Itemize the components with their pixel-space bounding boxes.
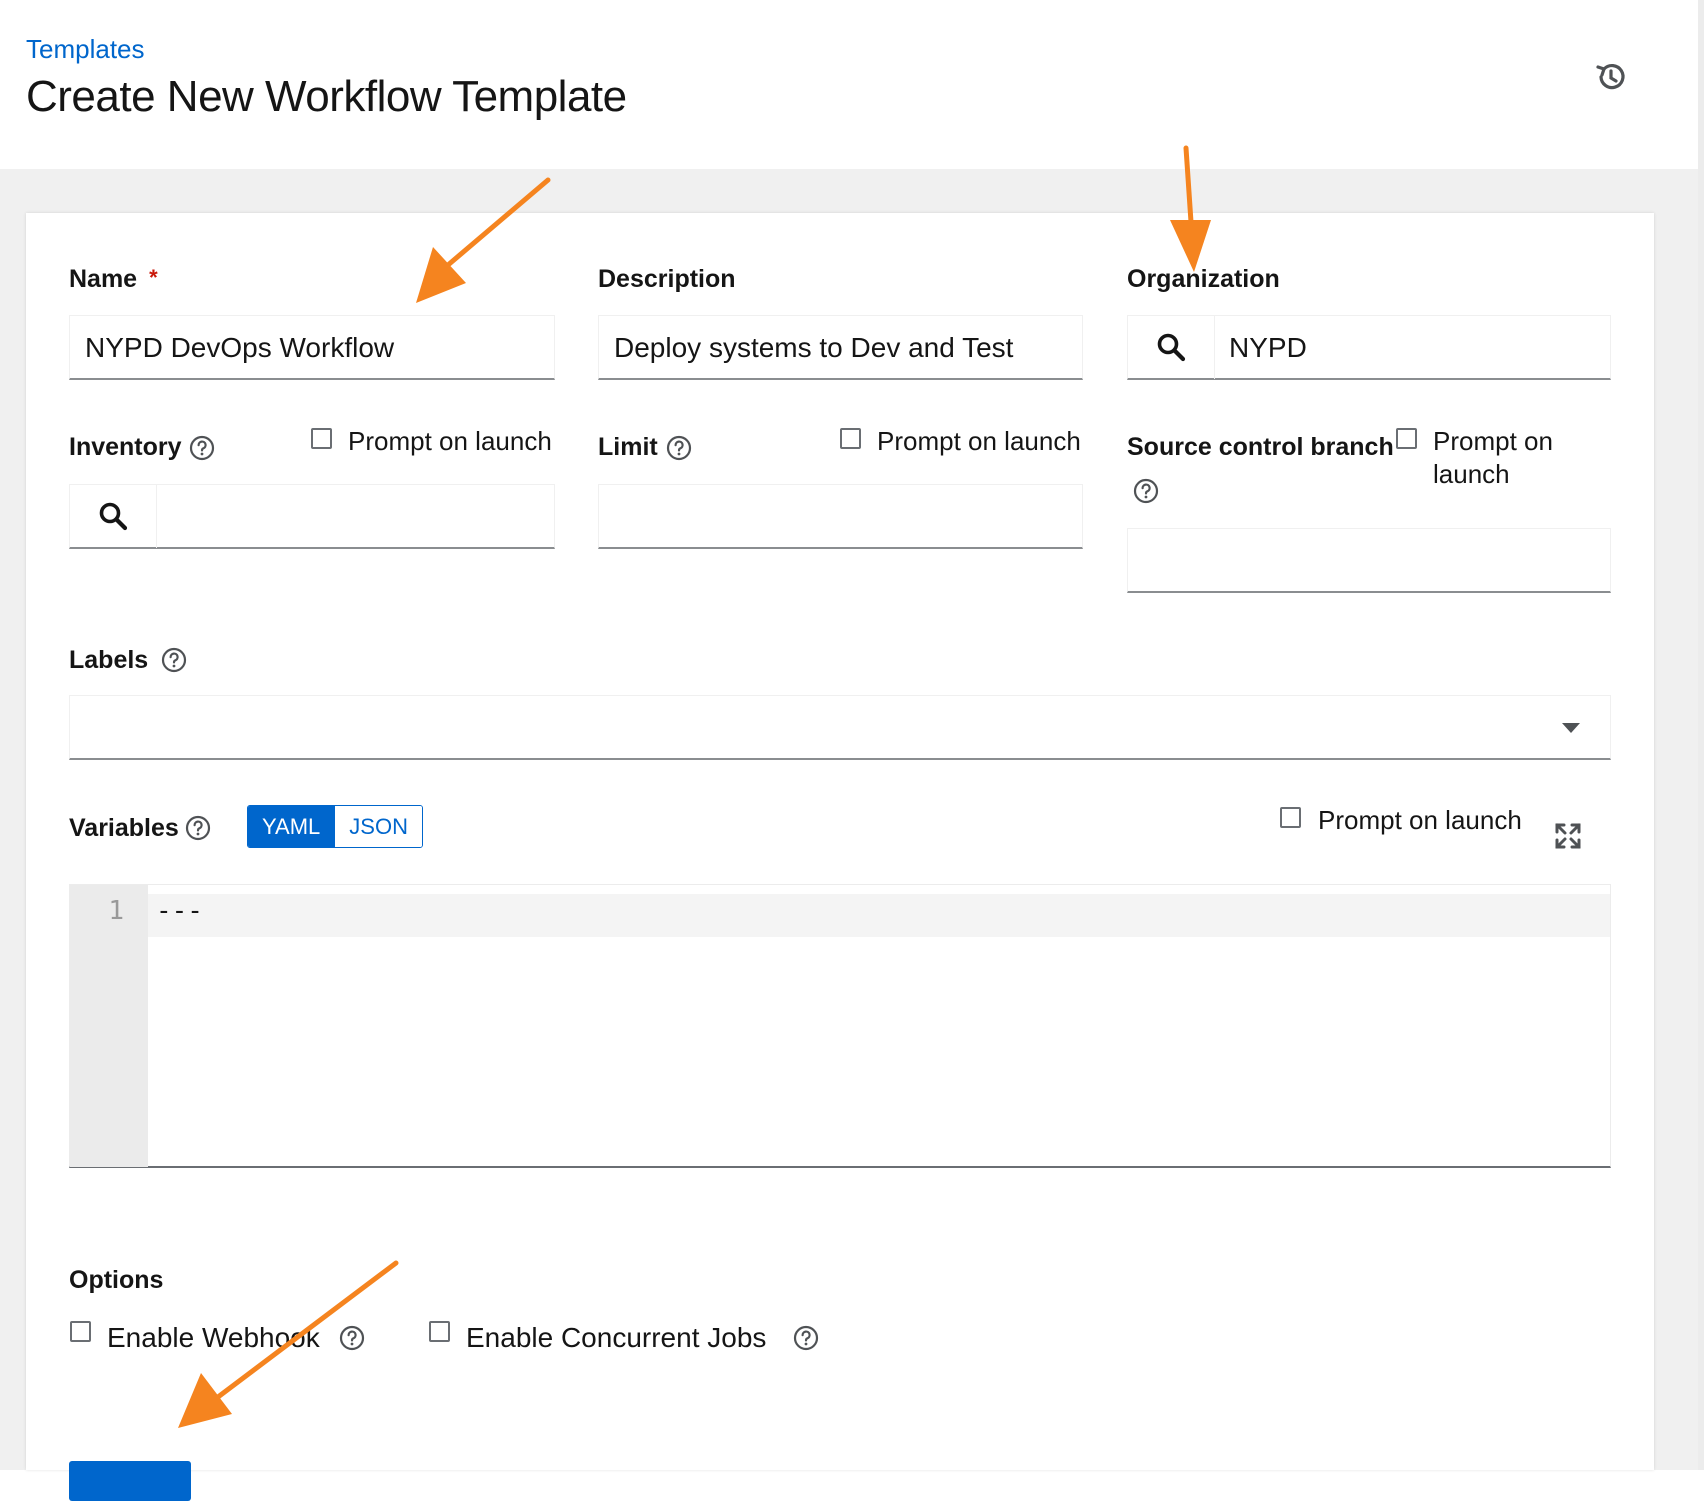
description-input-value: Deploy systems to Dev and Test: [614, 332, 1014, 363]
variables-prompt-checkbox[interactable]: [1280, 807, 1301, 828]
name-label-text: Name: [69, 265, 138, 293]
inventory-help-icon[interactable]: [189, 435, 215, 461]
inventory-label: Inventory: [69, 433, 182, 461]
inventory-prompt-label: Prompt on launch: [348, 426, 552, 456]
yaml-toggle-button[interactable]: YAML: [248, 806, 335, 847]
enable-concurrent-jobs-label: Enable Concurrent Jobs: [466, 1322, 767, 1353]
line-text[interactable]: ---: [156, 896, 203, 926]
page-title: Create New Workflow Template: [26, 72, 627, 121]
scm-branch-input[interactable]: [1127, 528, 1611, 593]
organization-label: Organization: [1127, 265, 1280, 293]
limit-prompt-label: Prompt on launch: [877, 426, 1081, 456]
labels-help-icon[interactable]: [161, 647, 187, 673]
inventory-search-button[interactable]: [70, 485, 157, 548]
scrollbar[interactable]: [1698, 0, 1704, 1470]
line-number: 1: [108, 896, 124, 926]
search-icon: [1157, 333, 1186, 362]
caret-down-icon: [1562, 723, 1580, 733]
limit-input[interactable]: [598, 484, 1083, 549]
save-button[interactable]: [69, 1461, 191, 1501]
enable-concurrent-jobs-checkbox[interactable]: [429, 1321, 450, 1342]
editor-gutter: [70, 885, 148, 1167]
variables-mode-toggle: YAML JSON: [247, 805, 423, 848]
editor-active-line: [148, 894, 1610, 937]
page-header: Templates Create New Workflow Template: [0, 0, 1698, 169]
search-icon: [99, 502, 128, 531]
inventory-prompt-checkbox[interactable]: [311, 428, 332, 449]
json-toggle-button[interactable]: JSON: [334, 806, 422, 847]
description-label: Description: [598, 265, 736, 293]
limit-label: Limit: [598, 433, 658, 461]
limit-prompt-checkbox[interactable]: [840, 428, 861, 449]
variables-help-icon[interactable]: [185, 815, 211, 841]
enable-webhook-label: Enable Webhook: [107, 1322, 320, 1353]
organization-lookup[interactable]: NYPD: [1127, 315, 1611, 380]
variables-label: Variables: [69, 814, 179, 842]
organization-value: NYPD: [1229, 332, 1307, 363]
required-marker: *: [149, 265, 158, 290]
enable-webhook-checkbox[interactable]: [70, 1321, 91, 1342]
organization-search-button[interactable]: [1128, 316, 1215, 379]
description-input[interactable]: Deploy systems to Dev and Test: [598, 315, 1083, 380]
inventory-lookup[interactable]: [69, 484, 555, 549]
labels-label: Labels: [69, 646, 149, 674]
labels-select[interactable]: [69, 695, 1611, 760]
scm-branch-prompt-label-line2: launch: [1433, 459, 1510, 489]
expand-icon[interactable]: [1554, 822, 1582, 850]
concurrent-jobs-help-icon[interactable]: [793, 1325, 819, 1351]
limit-help-icon[interactable]: [666, 435, 692, 461]
webhook-help-icon[interactable]: [339, 1325, 365, 1351]
variables-prompt-label: Prompt on launch: [1318, 805, 1522, 835]
name-input[interactable]: NYPD DevOps Workflow: [69, 315, 555, 380]
variables-code-editor[interactable]: 1 ---: [69, 884, 1611, 1168]
scm-branch-prompt-checkbox[interactable]: [1396, 428, 1417, 449]
name-label: Name *: [69, 265, 158, 294]
scm-branch-label: Source control branch: [1127, 433, 1394, 461]
name-input-value: NYPD DevOps Workflow: [85, 332, 395, 363]
scm-branch-help-icon[interactable]: [1133, 478, 1159, 504]
scm-branch-prompt-label-line1: Prompt on: [1433, 426, 1553, 456]
history-icon[interactable]: [1592, 58, 1630, 96]
breadcrumb-templates[interactable]: Templates: [26, 34, 145, 65]
options-heading: Options: [69, 1266, 164, 1294]
